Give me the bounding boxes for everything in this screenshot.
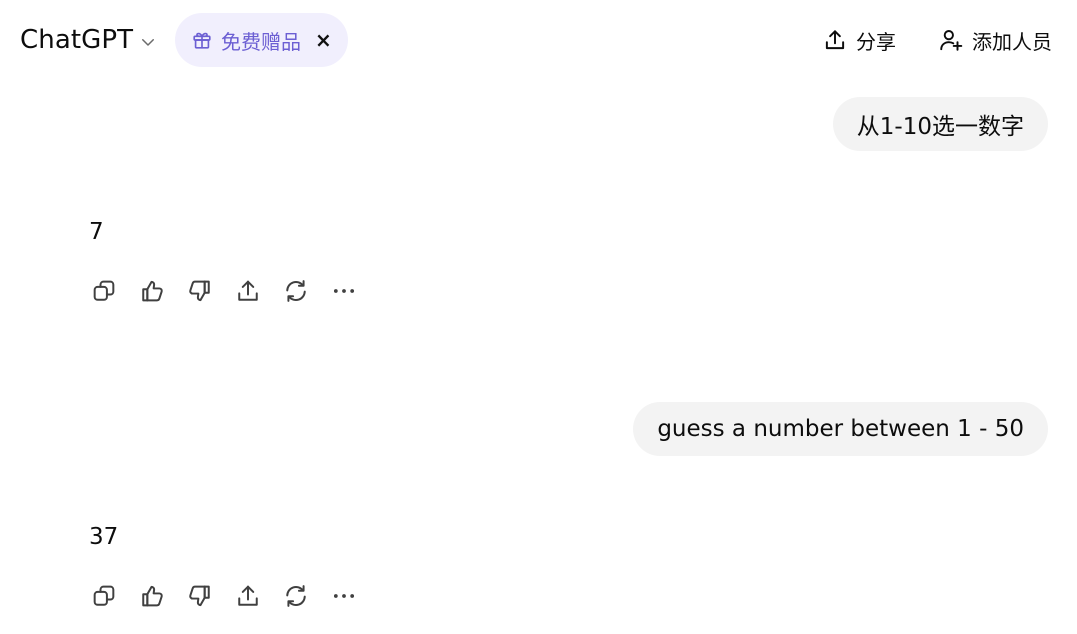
- share-message-button[interactable]: [230, 273, 266, 309]
- more-button[interactable]: [326, 578, 362, 614]
- more-icon: [333, 289, 355, 293]
- regenerate-button[interactable]: [278, 578, 314, 614]
- model-name: ChatGPT: [20, 25, 134, 55]
- thumbs-down-button[interactable]: [182, 578, 218, 614]
- more-button[interactable]: [326, 273, 362, 309]
- model-switcher-button[interactable]: ChatGPT: [10, 18, 167, 62]
- more-icon: [333, 594, 355, 598]
- share-icon: [238, 280, 258, 301]
- regenerate-icon: [286, 585, 306, 607]
- share-message-button[interactable]: [230, 578, 266, 614]
- add-person-icon: [940, 30, 963, 51]
- thumbs-down-button[interactable]: [182, 273, 218, 309]
- share-upload-icon: [825, 30, 845, 50]
- free-gift-pill[interactable]: 免费赠品 ×: [175, 13, 348, 67]
- thumbs-up-button[interactable]: [134, 578, 170, 614]
- message-actions: [86, 273, 362, 309]
- chat-page: ChatGPT 免费赠品 × 分享 添加人员 从1-10选一数字 7 guess…: [0, 0, 1077, 634]
- regenerate-button[interactable]: [278, 273, 314, 309]
- thumbs-up-icon: [142, 585, 163, 607]
- top-bar: ChatGPT 免费赠品 × 分享 添加人员: [0, 0, 1077, 80]
- thumbs-up-icon: [142, 280, 163, 302]
- thumbs-up-button[interactable]: [134, 273, 170, 309]
- user-message: 从1-10选一数字: [832, 97, 1048, 151]
- share-button[interactable]: 分享: [822, 22, 896, 58]
- chevron-down-icon: [142, 38, 155, 46]
- add-people-button[interactable]: 添加人员: [938, 22, 1052, 58]
- copy-icon: [93, 280, 115, 301]
- assistant-message: 37: [89, 524, 119, 550]
- thumbs-down-icon: [189, 585, 210, 607]
- gift-close-button[interactable]: ×: [315, 28, 332, 52]
- assistant-message: 7: [89, 219, 104, 245]
- copy-button[interactable]: [86, 578, 122, 614]
- thumbs-down-icon: [189, 280, 210, 302]
- user-message: guess a number between 1 - 50: [633, 402, 1048, 456]
- copy-icon: [93, 585, 115, 606]
- share-icon: [238, 585, 258, 606]
- gift-icon: [193, 32, 211, 49]
- share-label: 分享: [856, 29, 896, 54]
- add-people-label: 添加人员: [972, 29, 1052, 54]
- regenerate-icon: [286, 280, 306, 302]
- copy-button[interactable]: [86, 273, 122, 309]
- message-actions: [86, 578, 362, 614]
- gift-label: 免费赠品: [221, 29, 301, 54]
